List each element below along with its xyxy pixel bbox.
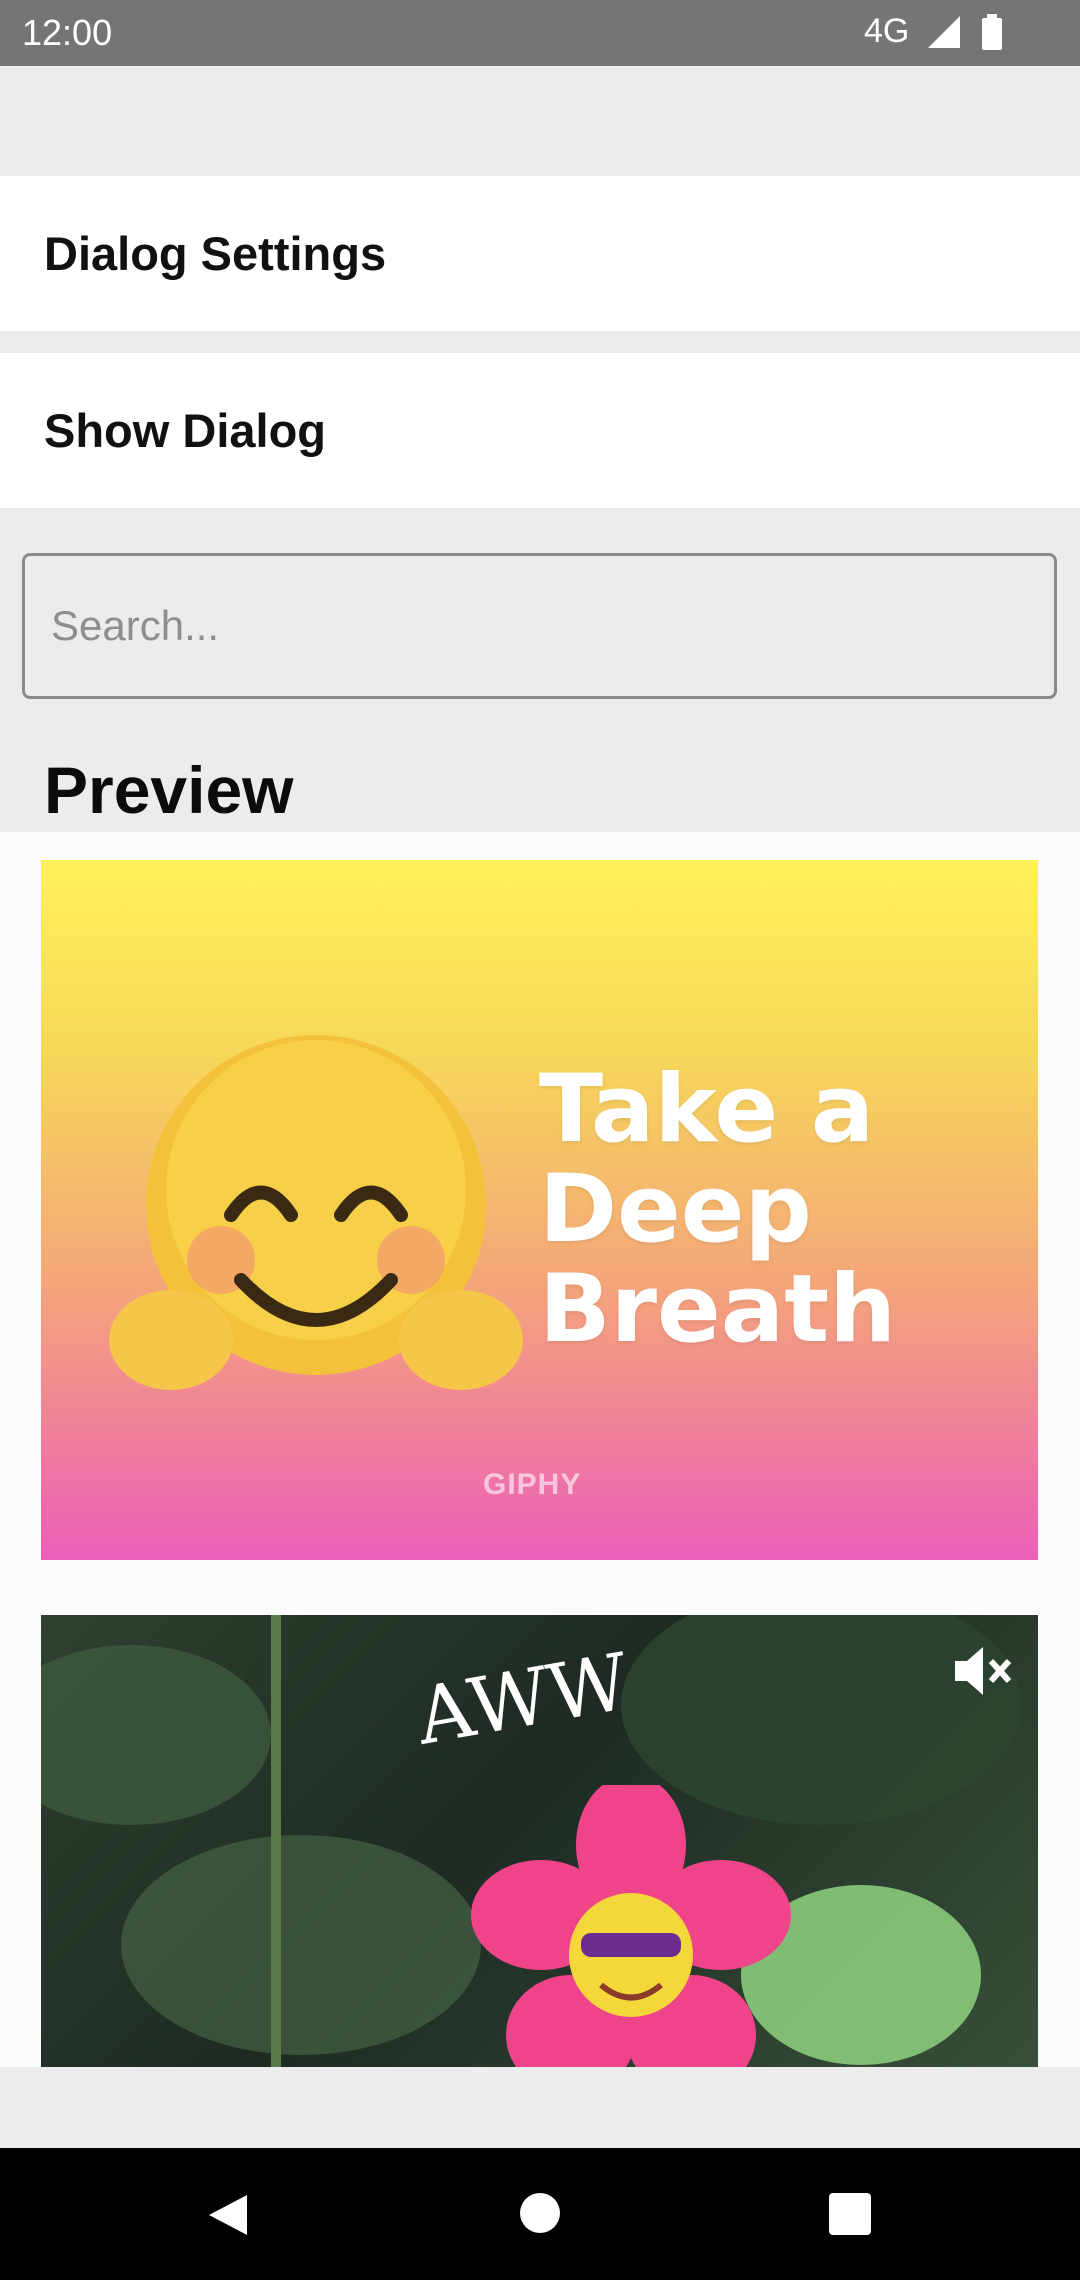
show-dialog-label: Show Dialog	[44, 404, 326, 457]
hugging-face-emoji-icon	[109, 1035, 523, 1390]
caption-line-2: Deep	[539, 1155, 812, 1264]
status-time: 12:00	[22, 12, 113, 53]
back-icon[interactable]	[205, 2193, 251, 2237]
dialog-settings-label: Dialog Settings	[44, 227, 387, 280]
bottom-spacer	[0, 2068, 1080, 2148]
gif-card-aww[interactable]: AWW	[41, 1615, 1038, 2067]
navigation-bar	[0, 2148, 1080, 2280]
network-type: 4G	[864, 12, 910, 50]
flower-character-icon	[471, 1785, 791, 2067]
dialog-settings-item[interactable]: Dialog Settings	[0, 176, 1080, 331]
battery-icon	[982, 14, 1002, 50]
gif-caption: Take a Deep Breath	[539, 1060, 896, 1360]
caption-line-1: Take a	[539, 1055, 875, 1164]
show-dialog-item[interactable]: Show Dialog	[0, 353, 1080, 508]
recents-icon[interactable]	[829, 2193, 871, 2235]
giphy-watermark: GIPHY	[483, 1468, 582, 1501]
search-input[interactable]	[22, 553, 1057, 699]
preview-title: Preview	[44, 753, 294, 827]
gif-card-deep-breath[interactable]: Take a Deep Breath GIPHY	[41, 860, 1038, 1560]
home-icon[interactable]	[520, 2193, 560, 2233]
signal-icon	[928, 16, 960, 48]
caption-line-3: Breath	[539, 1255, 897, 1364]
status-bar: 12:00 4G	[0, 0, 1080, 66]
volume-mute-icon[interactable]	[951, 1643, 1013, 1699]
gif-gallery[interactable]: Take a Deep Breath GIPHY AWW	[0, 832, 1080, 2067]
